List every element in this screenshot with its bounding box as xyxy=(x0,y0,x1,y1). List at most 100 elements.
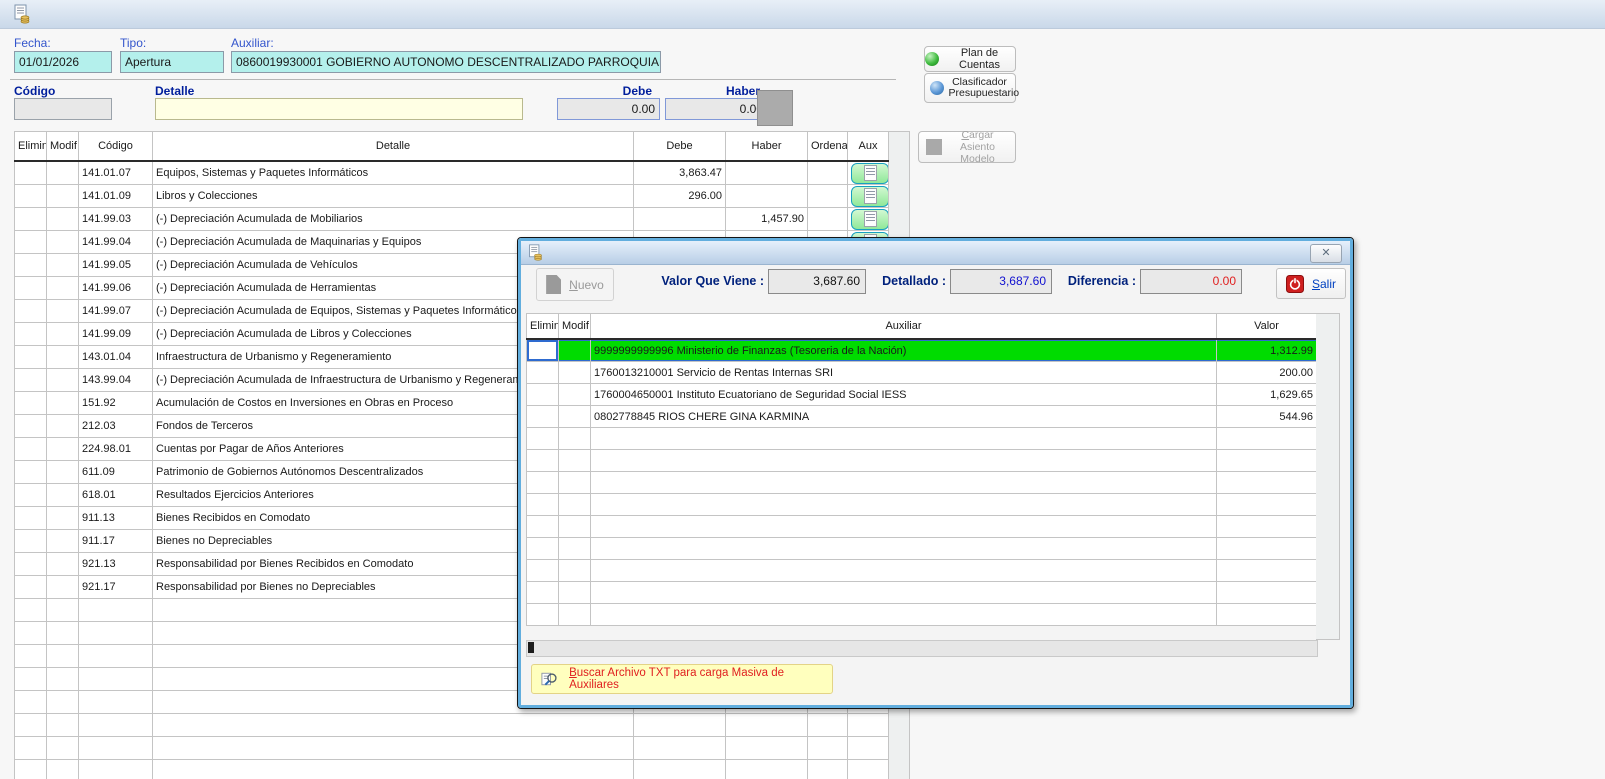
cell-modif[interactable] xyxy=(47,185,79,208)
dialog-grid-vscrollbar[interactable] xyxy=(1316,313,1340,640)
cell-modif[interactable] xyxy=(47,530,79,553)
column-header-elimin[interactable]: Elimin xyxy=(15,132,47,162)
cell-modif[interactable] xyxy=(47,346,79,369)
cargar-asiento-modelo-button[interactable]: Cargar Asiento Modelo xyxy=(918,131,1016,163)
table-row-empty[interactable] xyxy=(527,516,1317,538)
cell-modif[interactable] xyxy=(47,461,79,484)
plan-de-cuentas-button[interactable]: Plan de Cuentas xyxy=(924,46,1016,72)
table-row-empty[interactable] xyxy=(527,538,1317,560)
cell-modif[interactable] xyxy=(47,369,79,392)
cell-elimin[interactable] xyxy=(527,406,559,428)
cell-modif[interactable] xyxy=(559,384,591,406)
column-header-haber[interactable]: Haber xyxy=(726,132,808,162)
salir-button[interactable]: Salir xyxy=(1276,268,1346,299)
column-header-debe[interactable]: Debe xyxy=(634,132,726,162)
detalle-input[interactable] xyxy=(155,98,523,120)
table-row-empty[interactable] xyxy=(527,560,1317,582)
cell-elimin[interactable] xyxy=(527,384,559,406)
fecha-field[interactable]: 01/01/2026 xyxy=(14,51,112,73)
cell-modif[interactable] xyxy=(559,362,591,384)
cell-modif[interactable] xyxy=(47,231,79,254)
cell-elimin[interactable] xyxy=(15,553,47,576)
cell-elimin[interactable] xyxy=(15,300,47,323)
table-row-empty[interactable] xyxy=(527,494,1317,516)
cell-modif[interactable] xyxy=(47,415,79,438)
debe-input[interactable]: 0.00 xyxy=(557,98,660,120)
cell-elimin[interactable] xyxy=(15,208,47,231)
cell-elimin[interactable] xyxy=(15,530,47,553)
aux-detail-button[interactable] xyxy=(851,209,889,230)
table-row-empty[interactable] xyxy=(527,582,1317,604)
cell-modif[interactable] xyxy=(47,553,79,576)
cell-elimin[interactable] xyxy=(15,161,47,185)
codigo-input[interactable] xyxy=(14,98,112,120)
table-row[interactable]: 0802778845 RIOS CHERE GINA KARMINA544.96 xyxy=(527,406,1317,428)
cell-elimin[interactable] xyxy=(15,438,47,461)
column-header-modif[interactable]: Modif xyxy=(559,314,591,340)
cell-modif[interactable] xyxy=(559,406,591,428)
cell-elimin[interactable] xyxy=(15,277,47,300)
nuevo-button[interactable]: Nuevo xyxy=(536,268,614,301)
cell-elimin[interactable] xyxy=(15,231,47,254)
cell-modif[interactable] xyxy=(47,438,79,461)
table-row[interactable]: 141.01.09Libros y Colecciones296.00 xyxy=(15,185,889,208)
column-header-detalle[interactable]: Detalle xyxy=(153,132,634,162)
table-row[interactable]: 9999999999996 Ministerio de Finanzas (Te… xyxy=(527,339,1317,362)
buscar-archivo-txt-button[interactable]: Buscar Archivo TXT para carga Masiva de … xyxy=(531,664,833,694)
table-row[interactable]: 141.01.07Equipos, Sistemas y Paquetes In… xyxy=(15,161,889,185)
table-row-empty[interactable] xyxy=(15,760,889,779)
table-row-empty[interactable] xyxy=(15,714,889,737)
clasificador-presupuestario-button[interactable]: Clasificador Presupuestario xyxy=(924,73,1016,103)
cell-modif[interactable] xyxy=(47,484,79,507)
table-row-empty[interactable] xyxy=(527,604,1317,626)
cell-ordenar[interactable] xyxy=(808,161,848,185)
column-header-aux[interactable]: Aux xyxy=(848,132,889,162)
auxiliar-field[interactable]: 0860019930001 GOBIERNO AUTONOMO DESCENTR… xyxy=(231,51,661,73)
aux-detail-button[interactable] xyxy=(851,163,889,184)
table-row[interactable]: 141.99.03(-) Depreciación Acumulada de M… xyxy=(15,208,889,231)
cell-ordenar[interactable] xyxy=(808,185,848,208)
column-header-ordenar[interactable]: Ordenar xyxy=(808,132,848,162)
table-row-empty[interactable] xyxy=(527,428,1317,450)
cell-modif[interactable] xyxy=(47,323,79,346)
cell-elimin[interactable] xyxy=(527,362,559,384)
hscroll-thumb[interactable] xyxy=(528,642,534,653)
close-icon[interactable]: ✕ xyxy=(1310,244,1342,263)
cell-elimin[interactable] xyxy=(15,392,47,415)
column-header-código[interactable]: Código xyxy=(79,132,153,162)
cell-modif[interactable] xyxy=(47,507,79,530)
dialog-grid-hscrollbar[interactable] xyxy=(526,640,1318,657)
table-row-empty[interactable] xyxy=(15,737,889,760)
table-row[interactable]: 1760004650001 Instituto Ecuatoriano de S… xyxy=(527,384,1317,406)
cell-elimin[interactable] xyxy=(15,346,47,369)
dialog-titlebar[interactable]: ✕ xyxy=(521,241,1350,265)
cell-elimin[interactable] xyxy=(15,415,47,438)
cell-elimin[interactable] xyxy=(15,576,47,599)
cell-elimin[interactable] xyxy=(527,339,559,362)
cell-modif[interactable] xyxy=(47,576,79,599)
column-header-auxiliar[interactable]: Auxiliar xyxy=(591,314,1217,340)
cell-elimin[interactable] xyxy=(15,254,47,277)
column-header-elimin[interactable]: Elimin xyxy=(527,314,559,340)
cell-elimin[interactable] xyxy=(15,369,47,392)
cell-elimin[interactable] xyxy=(15,323,47,346)
table-row-empty[interactable] xyxy=(527,450,1317,472)
table-row[interactable]: 1760013210001 Servicio de Rentas Interna… xyxy=(527,362,1317,384)
cell-elimin[interactable] xyxy=(15,185,47,208)
cell-modif[interactable] xyxy=(47,392,79,415)
cell-elimin[interactable] xyxy=(15,484,47,507)
tipo-field[interactable]: Apertura xyxy=(120,51,224,73)
cell-modif[interactable] xyxy=(47,161,79,185)
cell-ordenar[interactable] xyxy=(808,208,848,231)
cell-modif[interactable] xyxy=(47,300,79,323)
table-row-empty[interactable] xyxy=(527,472,1317,494)
column-header-modif[interactable]: Modif xyxy=(47,132,79,162)
cell-modif[interactable] xyxy=(47,208,79,231)
cell-elimin[interactable] xyxy=(15,461,47,484)
cell-modif[interactable] xyxy=(47,277,79,300)
add-row-button[interactable] xyxy=(757,90,793,126)
column-header-valor[interactable]: Valor xyxy=(1217,314,1317,340)
haber-input[interactable]: 0.00 xyxy=(665,98,768,120)
cell-modif[interactable] xyxy=(559,339,591,362)
cell-modif[interactable] xyxy=(47,254,79,277)
